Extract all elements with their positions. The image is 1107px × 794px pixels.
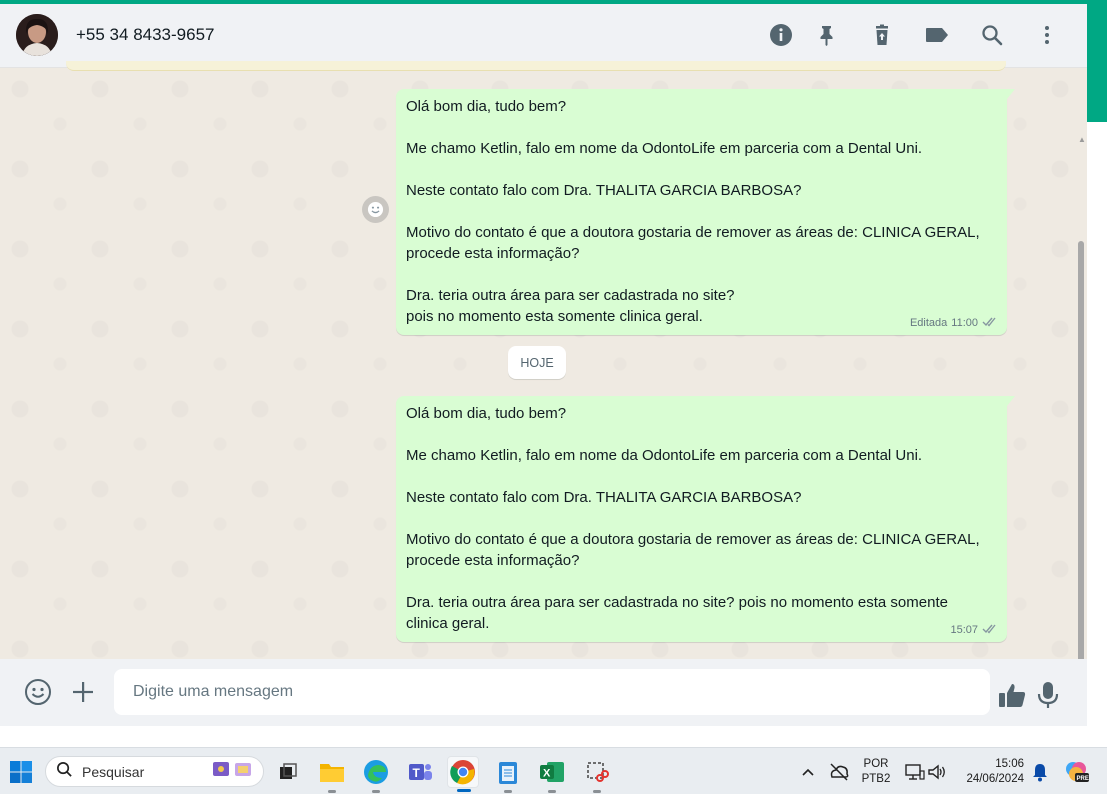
running-indicator	[548, 790, 556, 793]
message-input[interactable]	[114, 669, 990, 715]
running-indicator	[593, 790, 601, 793]
svg-text:PRE: PRE	[1077, 776, 1089, 782]
svg-text:X: X	[543, 768, 551, 780]
whatsapp-window: +55 34 8433-9657 Olá bom dia, tudo bem?	[0, 4, 1087, 726]
date-divider: HOJE	[508, 346, 566, 379]
keyboard-layout: PTB2	[861, 773, 891, 785]
delete-icon[interactable]	[869, 22, 895, 48]
previous-message-edge	[66, 61, 1006, 71]
taskbar: Pesquisar T X POR PTB2 15:06 24/06/2024 …	[0, 747, 1107, 794]
message-bubble-outgoing[interactable]: Olá bom dia, tudo bem? Me chamo Ketlin, …	[396, 396, 1015, 642]
double-check-icon	[982, 316, 999, 330]
scroll-up-arrow[interactable]: ▲	[1078, 135, 1086, 144]
taskbar-search[interactable]: Pesquisar	[45, 756, 264, 787]
message-text-line	[406, 466, 997, 487]
copilot-icon[interactable]: PRE	[1060, 756, 1092, 788]
message-meta: 15:07	[950, 623, 999, 637]
message-text-line	[406, 571, 997, 592]
network-offline-icon[interactable]	[823, 756, 855, 788]
running-indicator	[457, 789, 471, 792]
message-text-line: Olá bom dia, tudo bem?	[406, 405, 567, 422]
message-meta: Editada 11:00	[910, 316, 999, 330]
attach-plus-icon[interactable]	[68, 677, 98, 707]
language-indicator[interactable]: POR PTB2	[858, 757, 894, 787]
search-icon	[56, 761, 73, 783]
search-highlight-icon	[211, 758, 255, 785]
scrollbar-thumb[interactable]	[1078, 241, 1084, 713]
message-text-line: Me chamo Ketlin, falo em nome da OdontoL…	[406, 140, 923, 157]
volume-icon[interactable]	[921, 756, 953, 788]
teams-icon[interactable]: T	[404, 756, 436, 788]
notepad-icon[interactable]	[492, 756, 524, 793]
message-text-line: pois no momento esta somente clinica ger…	[406, 308, 703, 325]
language-code: POR	[863, 758, 889, 770]
clock-date: 24/06/2024	[966, 773, 1024, 785]
info-icon[interactable]	[768, 22, 794, 48]
microphone-icon[interactable]	[1033, 680, 1063, 710]
message-text-line: Motivo do contato é que a doutora gostar…	[406, 531, 980, 548]
message-text-line: procede esta informação?	[406, 245, 580, 262]
message-text-line	[406, 159, 997, 180]
edited-label: Editada	[909, 317, 948, 329]
menu-icon[interactable]	[1034, 22, 1060, 48]
message-text-line: Dra. teria outra área para ser cadastrad…	[406, 594, 948, 611]
window-background-strip	[1087, 122, 1107, 747]
label-icon[interactable]	[924, 22, 950, 48]
message-text-line	[406, 264, 997, 285]
task-view-icon[interactable]	[272, 756, 304, 788]
clock-time: 15:06	[995, 758, 1024, 770]
clock[interactable]: 15:06 24/06/2024	[956, 757, 1024, 787]
search-icon[interactable]	[979, 22, 1005, 48]
running-indicator	[372, 790, 380, 793]
window-accent-right	[1087, 0, 1107, 122]
snipping-tool-icon[interactable]	[581, 756, 613, 793]
message-text-line: Olá bom dia, tudo bem?	[406, 98, 567, 115]
message-time: 11:00	[951, 317, 978, 329]
message-text-line: Neste contato falo com Dra. THALITA GARC…	[406, 489, 802, 506]
composer	[0, 659, 1087, 726]
running-indicator	[504, 790, 512, 793]
message-text-line: Dra. teria outra área para ser cadastrad…	[406, 287, 735, 304]
message-text-line: Neste contato falo com Dra. THALITA GARC…	[406, 182, 802, 199]
message-text-line	[406, 508, 997, 529]
thumbs-up-icon[interactable]	[997, 680, 1027, 710]
svg-text:T: T	[413, 766, 421, 780]
emoji-icon[interactable]	[23, 677, 53, 707]
message-text-line: clinica geral.	[406, 615, 490, 632]
message-text-line: procede esta informação?	[406, 552, 580, 569]
emoji-reaction-button[interactable]	[362, 196, 389, 223]
windows-start-icon[interactable]	[5, 756, 37, 788]
message-text-line	[406, 424, 997, 445]
message-text-line	[406, 201, 997, 222]
message-text-line	[406, 117, 997, 138]
message-list[interactable]: Olá bom dia, tudo bem? Me chamo Ketlin, …	[0, 61, 1087, 713]
chrome-icon[interactable]	[447, 756, 479, 792]
message-time: 15:07	[950, 624, 978, 636]
running-indicator	[328, 790, 336, 793]
pin-icon[interactable]	[814, 22, 840, 48]
file-explorer-icon[interactable]	[316, 756, 348, 793]
message-text-line: Me chamo Ketlin, falo em nome da OdontoL…	[406, 447, 923, 464]
search-placeholder: Pesquisar	[82, 763, 145, 780]
edge-browser-icon[interactable]	[360, 756, 392, 793]
tray-overflow-chevron-icon[interactable]	[792, 756, 824, 788]
message-text-line: Motivo do contato é que a doutora gostar…	[406, 224, 980, 241]
avatar[interactable]	[16, 14, 58, 56]
excel-icon[interactable]: X	[536, 756, 568, 793]
notification-bell-icon[interactable]	[1024, 756, 1056, 788]
message-bubble-outgoing[interactable]: Olá bom dia, tudo bem? Me chamo Ketlin, …	[396, 89, 1015, 335]
chat-header[interactable]: +55 34 8433-9657	[0, 4, 1087, 68]
double-check-icon	[982, 623, 999, 637]
contact-name[interactable]: +55 34 8433-9657	[76, 25, 215, 45]
